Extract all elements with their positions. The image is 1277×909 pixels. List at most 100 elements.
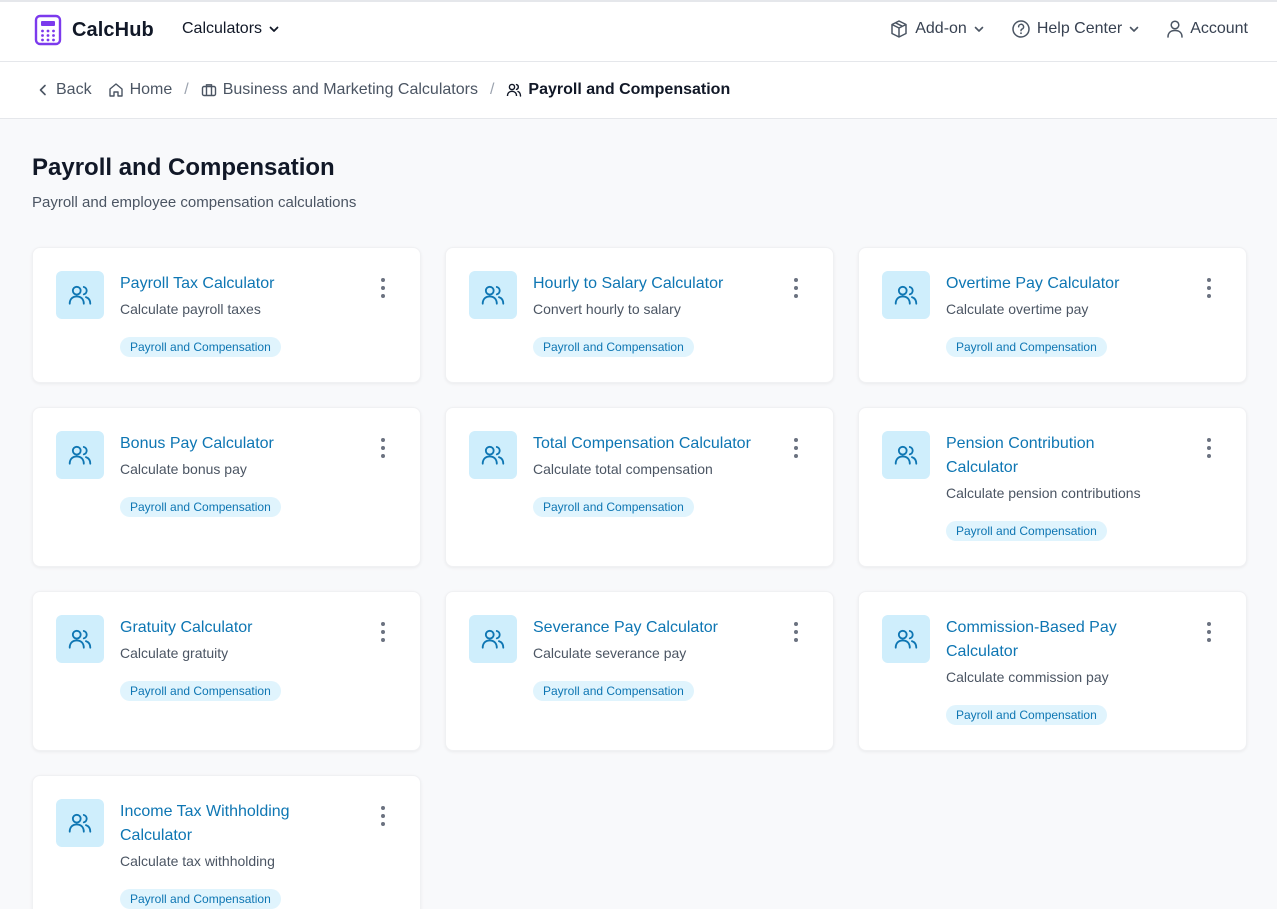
more-options-icon[interactable]	[380, 438, 386, 458]
category-tag[interactable]: Payroll and Compensation	[120, 337, 281, 357]
help-center-menu[interactable]: Help Center	[1011, 19, 1140, 39]
more-options-icon[interactable]	[793, 622, 799, 642]
current-label: Payroll and Compensation	[528, 81, 731, 98]
user-icon	[1167, 20, 1183, 38]
category-tag[interactable]: Payroll and Compensation	[946, 337, 1107, 357]
card-body: Gratuity Calculator Calculate gratuity Pay…	[120, 616, 340, 701]
card-title[interactable]: Severance Pay Calculator	[533, 616, 753, 640]
users-icon	[469, 271, 517, 319]
package-icon	[891, 20, 907, 38]
breadcrumb-separator: /	[489, 81, 495, 98]
card-body: Income Tax Withholding Calculator Calcula…	[120, 800, 340, 909]
chevron-left-icon	[39, 84, 46, 96]
brand-logo[interactable]: CalcHub	[34, 14, 154, 46]
account-label: Account	[1190, 20, 1248, 37]
card-body: Hourly to Salary Calculator Convert hourl…	[533, 272, 753, 357]
brand-name: CalcHub	[72, 18, 154, 41]
users-icon	[882, 615, 930, 663]
card-title[interactable]: Pension Contribution Calculator	[946, 432, 1166, 480]
category-tag[interactable]: Payroll and Compensation	[120, 889, 281, 909]
chevron-down-icon	[1129, 26, 1139, 32]
calculator-card[interactable]: Payroll Tax Calculator Calculate payroll …	[32, 247, 421, 383]
top-header: CalcHub Calculators Add-on Help Center A…	[0, 0, 1277, 62]
more-options-icon[interactable]	[1206, 438, 1212, 458]
calculator-card[interactable]: Total Compensation Calculator Calculate t…	[445, 407, 834, 567]
more-options-icon[interactable]	[1206, 622, 1212, 642]
card-description: Calculate overtime pay	[946, 301, 1089, 317]
users-icon	[507, 83, 522, 97]
users-icon	[469, 615, 517, 663]
card-description: Convert hourly to salary	[533, 301, 681, 317]
calculator-icon	[34, 14, 62, 46]
card-title[interactable]: Bonus Pay Calculator	[120, 432, 340, 456]
card-title[interactable]: Income Tax Withholding Calculator	[120, 800, 340, 848]
card-body: Severance Pay Calculator Calculate severa…	[533, 616, 753, 701]
back-label: Back	[56, 81, 92, 98]
calculator-card[interactable]: Income Tax Withholding Calculator Calcula…	[32, 775, 421, 909]
breadcrumb-home[interactable]: Home	[108, 81, 172, 99]
users-icon	[882, 431, 930, 479]
users-icon	[56, 615, 104, 663]
card-description: Calculate severance pay	[533, 645, 687, 661]
card-description: Calculate gratuity	[120, 645, 229, 661]
breadcrumb: Back Home / Business and Marketing Calcu…	[36, 81, 730, 99]
users-icon	[882, 271, 930, 319]
users-icon	[56, 271, 104, 319]
page-title: Payroll and Compensation	[32, 154, 335, 181]
category-tag[interactable]: Payroll and Compensation	[533, 681, 694, 701]
more-options-icon[interactable]	[793, 438, 799, 458]
briefcase-icon	[201, 84, 216, 97]
calculators-menu[interactable]: Calculators	[182, 20, 280, 38]
card-body: Payroll Tax Calculator Calculate payroll …	[120, 272, 340, 357]
card-title[interactable]: Overtime Pay Calculator	[946, 272, 1166, 296]
category-tag[interactable]: Payroll and Compensation	[120, 681, 281, 701]
card-title[interactable]: Commission-Based Pay Calculator	[946, 616, 1166, 664]
category-tag[interactable]: Payroll and Compensation	[533, 497, 694, 517]
back-link[interactable]: Back	[36, 81, 92, 99]
card-title[interactable]: Total Compensation Calculator	[533, 432, 753, 456]
category-tag[interactable]: Payroll and Compensation	[533, 337, 694, 357]
breadcrumb-category[interactable]: Business and Marketing Calculators	[201, 81, 478, 99]
card-title[interactable]: Hourly to Salary Calculator	[533, 272, 753, 296]
breadcrumb-current: Payroll and Compensation	[506, 81, 730, 99]
more-options-icon[interactable]	[380, 806, 386, 826]
card-description: Calculate pension contributions	[946, 485, 1141, 501]
calculator-card[interactable]: Hourly to Salary Calculator Convert hourl…	[445, 247, 834, 383]
breadcrumb-bar: Back Home / Business and Marketing Calcu…	[0, 62, 1277, 119]
card-description: Calculate bonus pay	[120, 461, 247, 477]
calculator-card[interactable]: Pension Contribution Calculator Calculate…	[858, 407, 1247, 567]
card-description: Calculate payroll taxes	[120, 301, 261, 317]
card-body: Commission-Based Pay Calculator Calculate…	[946, 616, 1166, 725]
card-body: Overtime Pay Calculator Calculate overtim…	[946, 272, 1166, 357]
page-subtitle: Payroll and employee compensation calcul…	[32, 194, 357, 211]
calculator-card[interactable]: Bonus Pay Calculator Calculate bonus pay P…	[32, 407, 421, 567]
account-menu[interactable]: Account	[1166, 19, 1248, 39]
help-center-label: Help Center	[1036, 20, 1123, 37]
users-icon	[56, 431, 104, 479]
header-right-nav: Add-on Help Center Account	[889, 19, 1248, 39]
calculators-menu-label: Calculators	[182, 20, 263, 37]
category-label: Business and Marketing Calculators	[222, 81, 478, 98]
more-options-icon[interactable]	[380, 278, 386, 298]
addon-menu-label: Add-on	[915, 20, 967, 37]
category-tag[interactable]: Payroll and Compensation	[946, 705, 1107, 725]
card-description: Calculate commission pay	[946, 669, 1109, 685]
more-options-icon[interactable]	[793, 278, 799, 298]
calculator-card[interactable]: Severance Pay Calculator Calculate severa…	[445, 591, 834, 751]
card-body: Pension Contribution Calculator Calculate…	[946, 432, 1166, 541]
calculator-card[interactable]: Gratuity Calculator Calculate gratuity Pay…	[32, 591, 421, 751]
card-body: Bonus Pay Calculator Calculate bonus pay P…	[120, 432, 340, 517]
category-tag[interactable]: Payroll and Compensation	[120, 497, 281, 517]
card-description: Calculate total compensation	[533, 461, 713, 477]
card-description: Calculate tax withholding	[120, 853, 275, 869]
addon-menu[interactable]: Add-on	[889, 19, 985, 39]
category-tag[interactable]: Payroll and Compensation	[946, 521, 1107, 541]
more-options-icon[interactable]	[380, 622, 386, 642]
more-options-icon[interactable]	[1206, 278, 1212, 298]
card-title[interactable]: Payroll Tax Calculator	[120, 272, 340, 296]
help-circle-icon	[1012, 20, 1030, 38]
calculator-card[interactable]: Commission-Based Pay Calculator Calculate…	[858, 591, 1247, 751]
card-title[interactable]: Gratuity Calculator	[120, 616, 340, 640]
calculator-card[interactable]: Overtime Pay Calculator Calculate overtim…	[858, 247, 1247, 383]
chevron-down-icon	[974, 26, 984, 32]
